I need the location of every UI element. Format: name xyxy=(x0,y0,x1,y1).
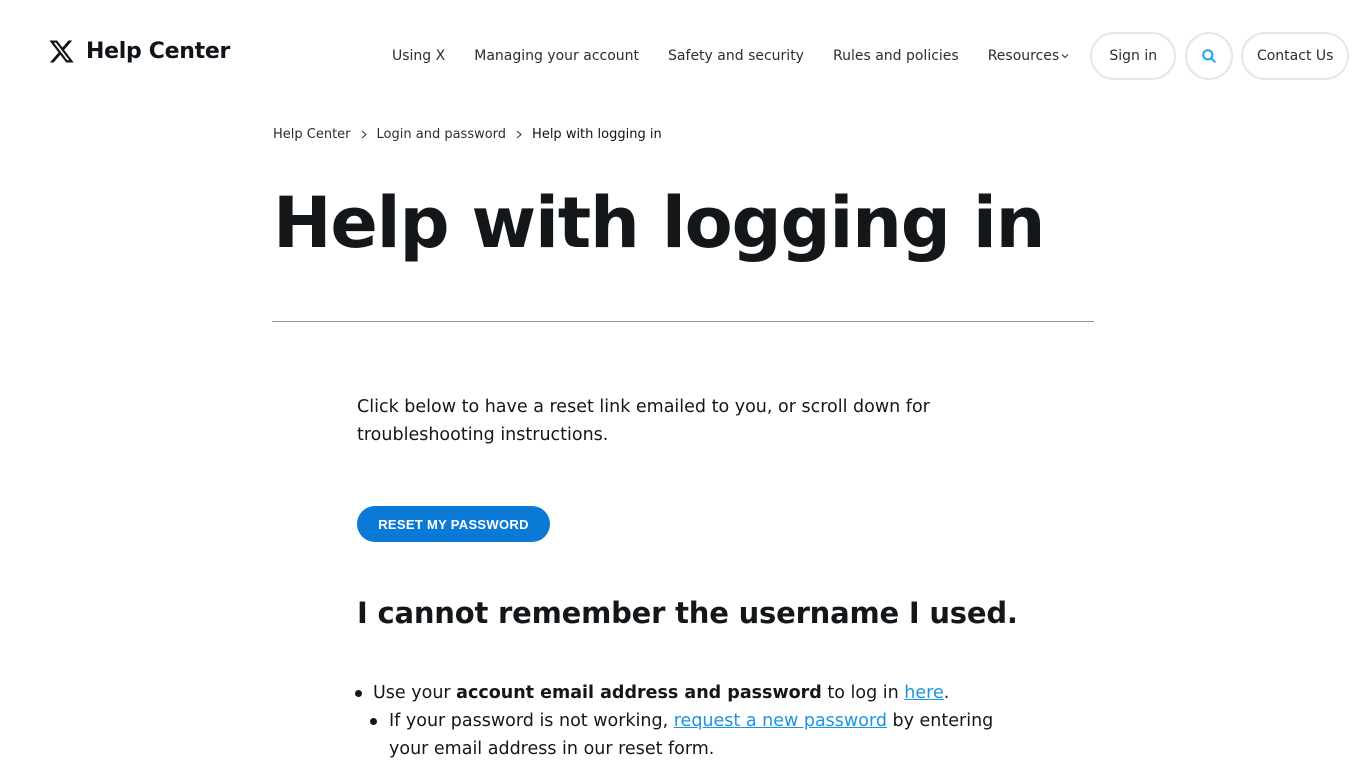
list-item-text: to log in xyxy=(821,683,905,703)
sign-in-button[interactable]: Sign in xyxy=(1090,32,1177,80)
main-nav: Using X Managing your account Safety and… xyxy=(392,0,1350,112)
logo-text: Help Center xyxy=(86,39,230,64)
nav-resources-label: Resources xyxy=(987,48,1060,64)
list-item-bold-text: account email address and password xyxy=(456,683,822,703)
search-button[interactable] xyxy=(1185,32,1234,80)
site-header: Help Center Using X Managing your accoun… xyxy=(0,0,1366,112)
article-content: Click below to have a reset link emailed… xyxy=(355,393,1018,759)
contact-us-button[interactable]: Contact Us xyxy=(1241,32,1350,80)
bullet xyxy=(355,690,362,697)
help-list: Use your account email address and passw… xyxy=(355,679,997,763)
breadcrumb-help-center[interactable]: Help Center xyxy=(273,127,351,142)
request-new-password-link[interactable]: request a new password xyxy=(674,711,887,731)
page-title: Help with logging in xyxy=(273,182,1045,264)
section-heading: I cannot remember the username I used. xyxy=(357,596,1018,630)
breadcrumb-current: Help with logging in xyxy=(532,127,662,142)
nav-using-x[interactable]: Using X xyxy=(392,48,445,64)
intro-text: Click below to have a reset link emailed… xyxy=(357,397,930,445)
nav-resources[interactable]: Resources xyxy=(988,48,1070,64)
nav-managing-account[interactable]: Managing your account xyxy=(474,48,639,64)
nav-safety-security[interactable]: Safety and security xyxy=(668,48,804,64)
nav-rules-policies[interactable]: Rules and policies xyxy=(833,48,959,64)
list-item-text: If your password is not working, xyxy=(389,711,674,731)
breadcrumb: Help Center Login and password Help with… xyxy=(273,127,662,142)
search-icon xyxy=(1202,49,1217,63)
help-center-logo[interactable]: Help Center xyxy=(48,38,230,65)
breadcrumb-login-password[interactable]: Login and password xyxy=(377,127,507,142)
bullet xyxy=(370,718,377,725)
x-logo-icon xyxy=(48,38,75,65)
reset-password-button[interactable]: RESET MY PASSWORD xyxy=(357,506,550,542)
list-item: Use your account email address and passw… xyxy=(355,679,997,707)
chevron-right-icon xyxy=(361,130,367,139)
title-divider xyxy=(272,321,1094,322)
list-item-nested: If your password is not working, request… xyxy=(357,707,997,763)
login-here-link[interactable]: here xyxy=(904,683,943,703)
chevron-right-icon xyxy=(516,130,522,139)
list-item-text: Use your xyxy=(373,683,457,703)
list-item-text: . xyxy=(943,683,950,703)
chevron-down-icon xyxy=(1061,54,1069,59)
